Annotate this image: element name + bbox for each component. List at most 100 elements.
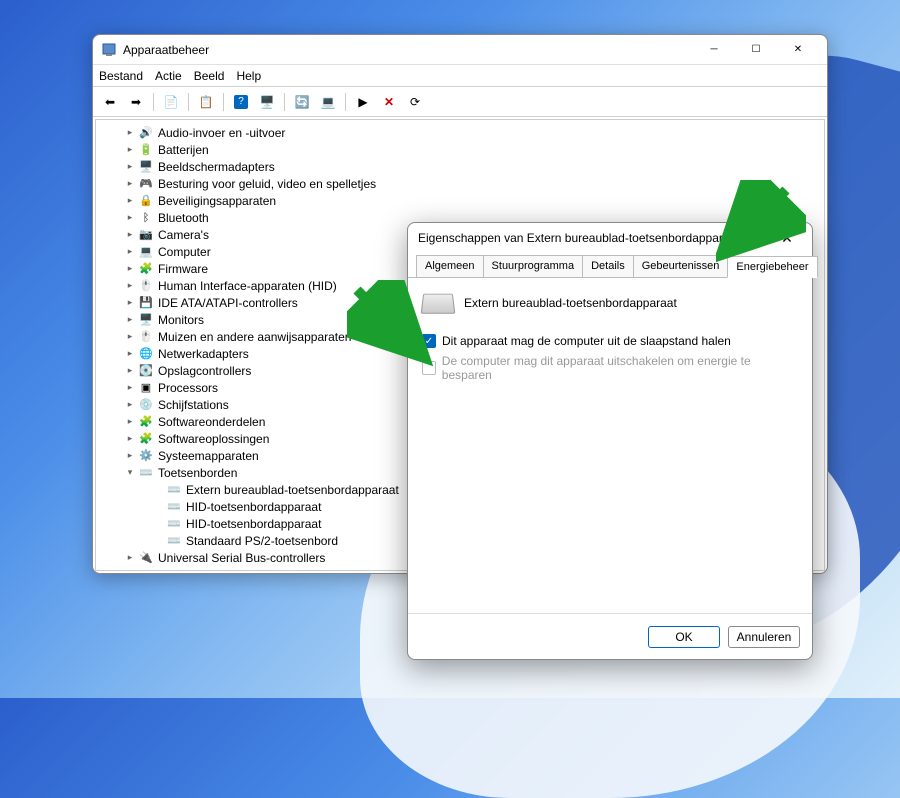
- expander-icon[interactable]: ▸: [124, 229, 136, 240]
- tree-item-label: Toetsenborden: [158, 466, 237, 480]
- tree-item-label: Processors: [158, 381, 218, 395]
- expander-icon[interactable]: ▸: [124, 144, 136, 155]
- tree-item-label: Computer: [158, 245, 211, 259]
- separator: [345, 93, 346, 111]
- update-driver-button[interactable]: 🔄: [291, 91, 313, 113]
- expander-icon[interactable]: ▸: [124, 178, 136, 189]
- back-button[interactable]: ⬅: [99, 91, 121, 113]
- tree-item-label: Human Interface-apparaten (HID): [158, 279, 337, 293]
- ok-button[interactable]: OK: [648, 626, 720, 648]
- uninstall-button[interactable]: ✕: [378, 91, 400, 113]
- expander-icon[interactable]: ▸: [124, 314, 136, 325]
- wake-computer-label: Dit apparaat mag de computer uit de slaa…: [442, 334, 731, 348]
- tree-item-label: IDE ATA/ATAPI-controllers: [158, 296, 298, 310]
- power-off-device-label: De computer mag dit apparaat uitschakele…: [442, 354, 798, 382]
- tree-item-label: Besturing voor geluid, video en spelletj…: [158, 177, 376, 191]
- app-icon: [101, 42, 117, 58]
- tab-driver[interactable]: Stuurprogramma: [483, 255, 584, 277]
- tree-item[interactable]: ▸🎮 Besturing voor geluid, video en spelle…: [96, 175, 824, 192]
- tree-item-label: Audio-invoer en -uitvoer: [158, 126, 285, 140]
- wake-computer-checkbox[interactable]: ✓: [422, 334, 436, 348]
- expander-icon[interactable]: ▸: [124, 416, 136, 427]
- menu-action[interactable]: Actie: [155, 69, 182, 83]
- dialog-footer: OK Annuleren: [408, 613, 812, 659]
- tree-item-label: Standaard PS/2-toetsenbord: [186, 534, 338, 548]
- device-category-icon: 🧩: [138, 261, 154, 277]
- device-category-icon: 💻: [138, 244, 154, 260]
- enable-button[interactable]: ▶: [352, 91, 374, 113]
- device-category-icon: 🎮: [138, 176, 154, 192]
- device-category-icon: ⌨️: [166, 516, 182, 532]
- expander-icon[interactable]: ▸: [124, 263, 136, 274]
- menu-file[interactable]: Bestand: [99, 69, 143, 83]
- expander-icon[interactable]: ▸: [124, 399, 136, 410]
- close-button[interactable]: ✕: [777, 35, 819, 65]
- expander-icon[interactable]: ▸: [124, 195, 136, 206]
- expander-icon[interactable]: ▸: [124, 127, 136, 138]
- tree-item[interactable]: ▸🔋 Batterijen: [96, 141, 824, 158]
- tree-item-label: Netwerkadapters: [158, 347, 249, 361]
- tree-item-label: Schijfstations: [158, 398, 229, 412]
- device-category-icon: ▣: [138, 380, 154, 396]
- expander-icon[interactable]: ▸: [124, 212, 136, 223]
- dialog-body: Extern bureaublad-toetsenbordapparaat ✓ …: [408, 278, 812, 613]
- menu-help[interactable]: Help: [236, 69, 261, 83]
- tab-general[interactable]: Algemeen: [416, 255, 484, 277]
- tree-item-label: Monitors: [158, 313, 204, 327]
- tree-item-label: Batterijen: [158, 143, 209, 157]
- expander-icon[interactable]: ▸: [124, 365, 136, 376]
- expander-icon[interactable]: ▸: [124, 552, 136, 563]
- refresh-button[interactable]: ⟳: [404, 91, 426, 113]
- tab-power[interactable]: Energiebeheer: [727, 256, 817, 278]
- tree-item[interactable]: ▸🔊 Audio-invoer en -uitvoer: [96, 124, 824, 141]
- scan-hardware-icon[interactable]: 🖥️: [256, 91, 278, 113]
- properties-button[interactable]: 📋: [195, 91, 217, 113]
- tree-item-label: Beeldschermadapters: [158, 160, 275, 174]
- titlebar: Apparaatbeheer ─ ☐ ✕: [93, 35, 827, 65]
- expander-icon[interactable]: ▸: [124, 246, 136, 257]
- menu-view[interactable]: Beeld: [194, 69, 225, 83]
- power-off-device-checkbox: [422, 361, 436, 375]
- forward-button[interactable]: ➡: [125, 91, 147, 113]
- device-category-icon: 🔊: [138, 125, 154, 141]
- tree-item-label: Systeemapparaten: [158, 449, 259, 463]
- tab-events[interactable]: Gebeurtenissen: [633, 255, 729, 277]
- expander-icon[interactable]: ▾: [124, 467, 136, 478]
- up-button[interactable]: 📄: [160, 91, 182, 113]
- expander-icon[interactable]: ▸: [124, 297, 136, 308]
- tree-item-label: HID-toetsenbordapparaat: [186, 500, 321, 514]
- device-category-icon: 🔒: [138, 193, 154, 209]
- tree-item[interactable]: ▸🔒Beveiligingsapparaten: [96, 192, 824, 209]
- help-button[interactable]: ?: [230, 91, 252, 113]
- device-category-icon: 🖱️: [138, 278, 154, 294]
- device-category-icon: 🖥️: [138, 312, 154, 328]
- maximize-button[interactable]: ☐: [735, 35, 777, 65]
- wake-computer-row: ✓ Dit apparaat mag de computer uit de sl…: [422, 334, 798, 348]
- device-category-icon: ⌨️: [166, 533, 182, 549]
- tree-item-label: Camera's: [158, 228, 209, 242]
- tree-item-label: Universal Serial Bus-controllers: [158, 551, 325, 565]
- expander-icon[interactable]: ▸: [124, 450, 136, 461]
- device-category-icon: 💿: [138, 397, 154, 413]
- expander-icon[interactable]: ▸: [124, 161, 136, 172]
- device-category-icon: 🔋: [138, 142, 154, 158]
- device-category-icon: 🖥️: [138, 159, 154, 175]
- separator: [153, 93, 154, 111]
- expander-icon[interactable]: ▸: [124, 433, 136, 444]
- minimize-button[interactable]: ─: [693, 35, 735, 65]
- tree-item-label: Softwareonderdelen: [158, 415, 265, 429]
- expander-icon[interactable]: ▸: [124, 331, 136, 342]
- expander-icon[interactable]: ▸: [124, 348, 136, 359]
- tree-item[interactable]: ▸🖥️ Beeldschermadapters: [96, 158, 824, 175]
- tab-details[interactable]: Details: [582, 255, 634, 277]
- properties-dialog: Eigenschappen van Extern bureaublad-toet…: [407, 222, 813, 660]
- dialog-close-button[interactable]: ✕: [772, 223, 802, 253]
- expander-icon[interactable]: ▸: [124, 280, 136, 291]
- device-category-icon: ⌨️: [138, 465, 154, 481]
- cancel-button[interactable]: Annuleren: [728, 626, 800, 648]
- scan-button[interactable]: 💻: [317, 91, 339, 113]
- dialog-title: Eigenschappen van Extern bureaublad-toet…: [418, 231, 772, 245]
- tab-strip: Algemeen Stuurprogramma Details Gebeurte…: [408, 255, 812, 278]
- device-category-icon: 🌐: [138, 346, 154, 362]
- expander-icon[interactable]: ▸: [124, 382, 136, 393]
